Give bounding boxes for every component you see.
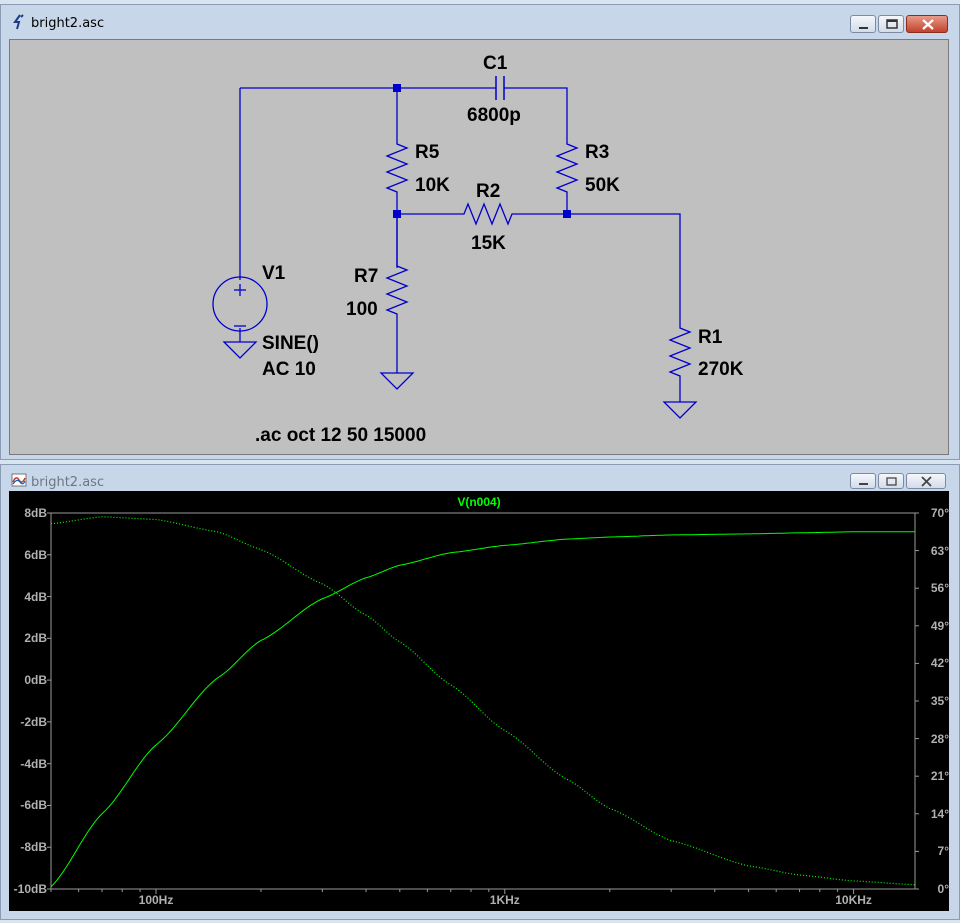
- r3-value-label: 50K: [585, 175, 620, 196]
- r7-name-label: R7: [354, 266, 379, 287]
- c1-name-label: C1: [483, 53, 508, 74]
- ground-symbol-r7: [379, 372, 415, 390]
- schematic-title-bar[interactable]: bright2.asc: [1, 5, 959, 37]
- r5-name-label: R5: [415, 142, 440, 163]
- ltspice-schematic-icon: [13, 14, 24, 30]
- waveform-plot-area[interactable]: V(n004) 8dB 6dB 4dB 2dB 0dB -2dB -4dB -6dB -8dB -…: [9, 491, 949, 911]
- close-icon: [922, 19, 934, 30]
- v1-value-label: SINE(): [262, 333, 319, 354]
- y-left-tick-label: -10dB: [13, 882, 47, 896]
- y-left-tick-label: -8dB: [20, 840, 47, 855]
- resistor-r3[interactable]: [555, 138, 579, 200]
- y-right-tick-label: 7°: [937, 844, 949, 859]
- y-right-tick-label: 35°: [930, 694, 949, 708]
- y-left-tick-label: -6dB: [20, 798, 47, 813]
- y-left-tick-label: 8dB: [24, 506, 47, 520]
- waveform-window-title: bright2.asc: [31, 475, 105, 490]
- y-right-tick-label: 70°: [930, 506, 949, 520]
- plot-frame: [50, 512, 916, 890]
- x-tick-label: 10KHz: [835, 893, 872, 907]
- r1-name-label: R1: [698, 327, 723, 348]
- junction-dot: [393, 210, 401, 218]
- y-left-tick-label: 2dB: [24, 631, 47, 646]
- phase-trace: [50, 516, 916, 886]
- y-left-tick-label: -2dB: [20, 714, 47, 729]
- minimize-icon: [859, 483, 868, 485]
- close-button[interactable]: [906, 473, 946, 489]
- waveform-title-bar[interactable]: bright2.asc: [1, 465, 959, 491]
- schematic-canvas[interactable]: C1 6800p R5 10K R3 50K R2 15K R7 100 R1 …: [9, 39, 949, 455]
- restore-icon: [886, 477, 897, 486]
- restore-button[interactable]: [878, 473, 904, 489]
- y-right-tick-label: 49°: [930, 618, 949, 633]
- schematic-window: bright2.asc C1 6800p R5 10K R3 50K R2 15…: [0, 4, 960, 460]
- y-left-tick-label: 6dB: [24, 547, 47, 562]
- close-button[interactable]: [906, 15, 948, 33]
- capacitor-c1[interactable]: [495, 76, 505, 100]
- y-right-tick-label: 42°: [930, 656, 949, 671]
- x-tick-label: 1KHz: [489, 893, 520, 907]
- r1-value-label: 270K: [698, 359, 744, 380]
- y-right-tick-label: 0°: [937, 882, 949, 896]
- resistor-r2[interactable]: [458, 202, 518, 226]
- voltage-source-v1[interactable]: [212, 276, 268, 332]
- resistor-r5[interactable]: [385, 138, 409, 200]
- r2-name-label: R2: [476, 181, 501, 202]
- resistor-r1[interactable]: [668, 322, 692, 384]
- minimize-button[interactable]: [850, 15, 876, 33]
- y-left-tick-label: 4dB: [24, 589, 47, 604]
- y-right-tick-label: 21°: [930, 769, 949, 784]
- v1-name-label: V1: [262, 263, 286, 284]
- y-left-tick-label: -4dB: [20, 756, 47, 771]
- spice-directive[interactable]: .ac oct 12 50 15000: [255, 426, 426, 446]
- waveform-window: bright2.asc V(n004) 8dB 6dB 4dB 2dB 0dB -2dB -…: [0, 464, 960, 920]
- v1-ac-label: AC 10: [262, 359, 316, 380]
- y-left-tick-label: 0dB: [24, 673, 47, 688]
- r3-name-label: R3: [585, 142, 610, 163]
- bode-chart: [47, 512, 919, 894]
- resistor-r7[interactable]: [385, 260, 409, 324]
- close-icon: [921, 476, 932, 487]
- y-right-tick-label: 56°: [930, 581, 949, 596]
- maximize-button[interactable]: [878, 15, 904, 33]
- minimize-icon: [859, 27, 868, 29]
- minimize-button[interactable]: [850, 473, 876, 489]
- junction-dot: [563, 210, 571, 218]
- ground-symbol-r1: [662, 401, 698, 419]
- y-right-tick-label: 63°: [930, 543, 949, 558]
- circuit-wires: [239, 87, 681, 402]
- c1-value-label: 6800p: [467, 105, 521, 126]
- r5-value-label: 10K: [415, 175, 450, 196]
- r2-value-label: 15K: [471, 233, 506, 254]
- waveform-viewer-icon: [11, 473, 27, 487]
- schematic-window-title: bright2.asc: [31, 16, 105, 31]
- r7-value-label: 100: [346, 299, 378, 320]
- ground-symbol-v1: [222, 341, 258, 359]
- y-right-tick-label: 14°: [930, 806, 949, 821]
- junction-dot: [393, 84, 401, 92]
- magnitude-trace: [50, 531, 915, 888]
- y-right-tick-label: 28°: [930, 731, 949, 746]
- x-tick-label: 100Hz: [138, 893, 174, 907]
- maximize-icon: [886, 19, 898, 29]
